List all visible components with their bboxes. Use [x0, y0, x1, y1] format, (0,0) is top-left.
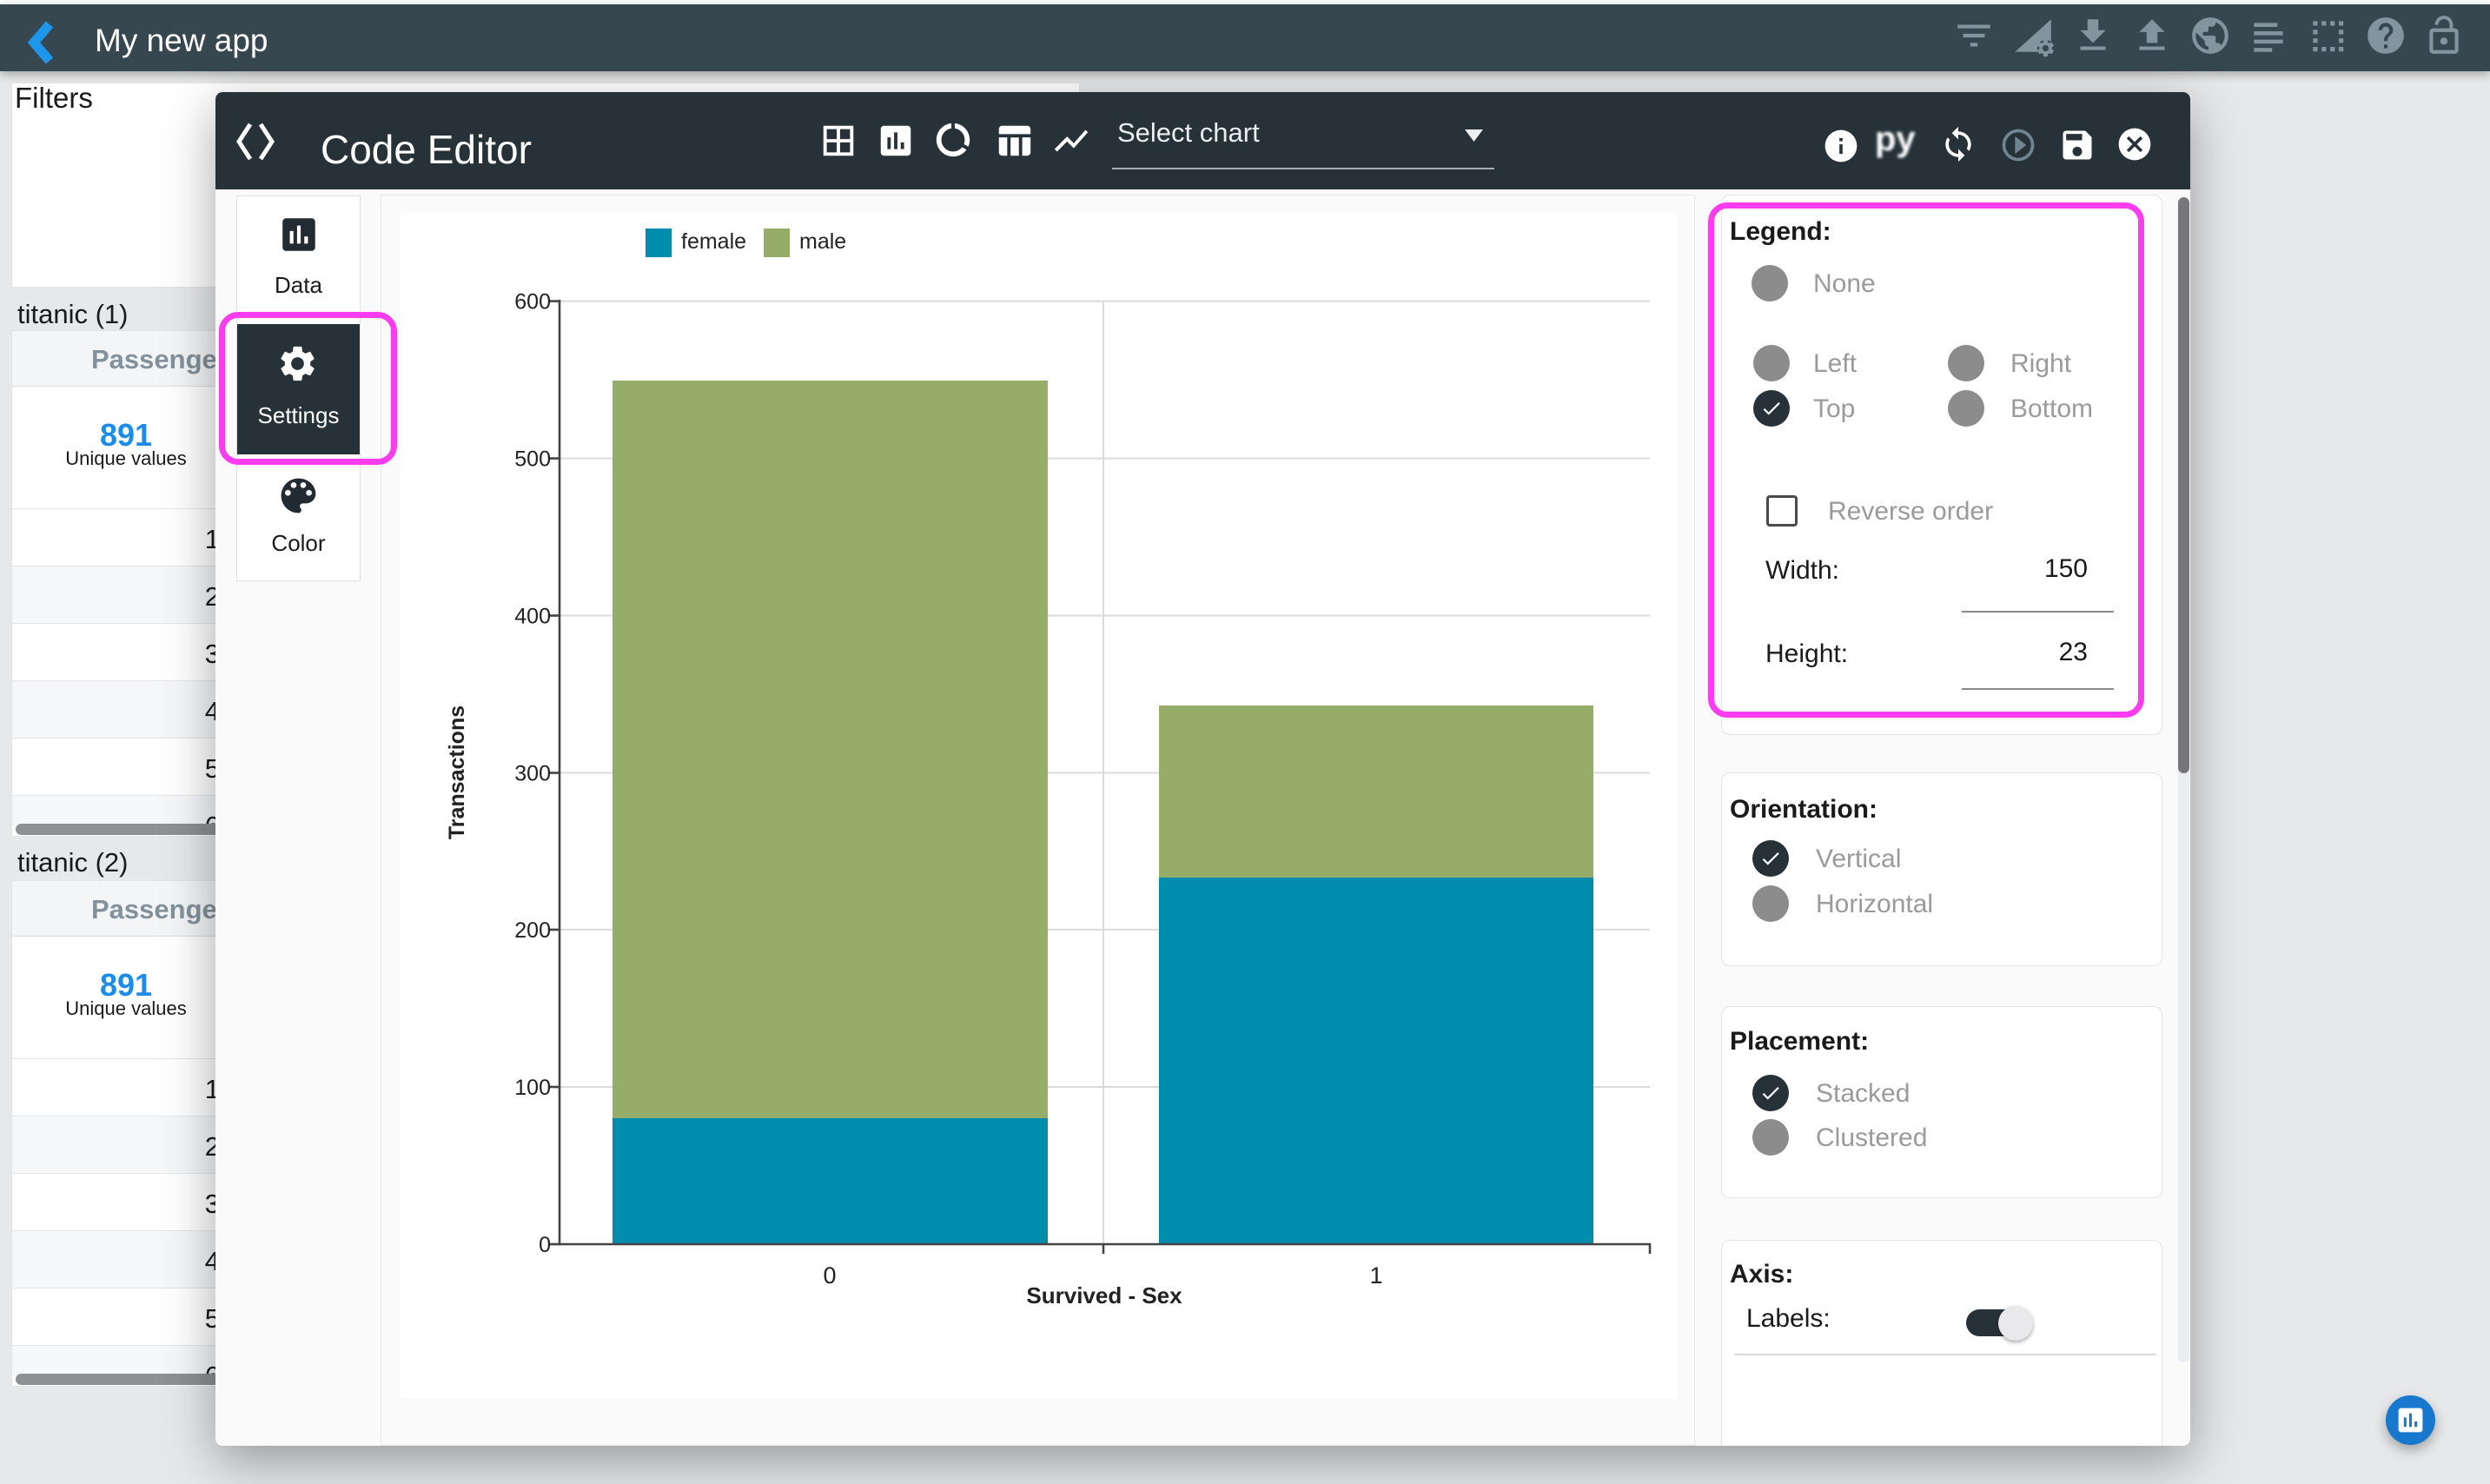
svg-text:600: 600 [514, 290, 551, 315]
svg-text:200: 200 [514, 918, 551, 943]
svg-text:male: male [799, 229, 846, 254]
svg-text:female: female [681, 229, 746, 254]
svg-text:100: 100 [514, 1076, 551, 1100]
svg-text:0: 0 [539, 1233, 551, 1257]
svg-text:1: 1 [1369, 1262, 1382, 1289]
svg-text:500: 500 [514, 447, 551, 472]
svg-text:300: 300 [514, 762, 551, 786]
svg-text:0: 0 [823, 1262, 836, 1289]
svg-text:400: 400 [514, 605, 551, 629]
svg-text:Transactions: Transactions [445, 706, 469, 839]
svg-text:Survived - Sex: Survived - Sex [1026, 1282, 1182, 1308]
